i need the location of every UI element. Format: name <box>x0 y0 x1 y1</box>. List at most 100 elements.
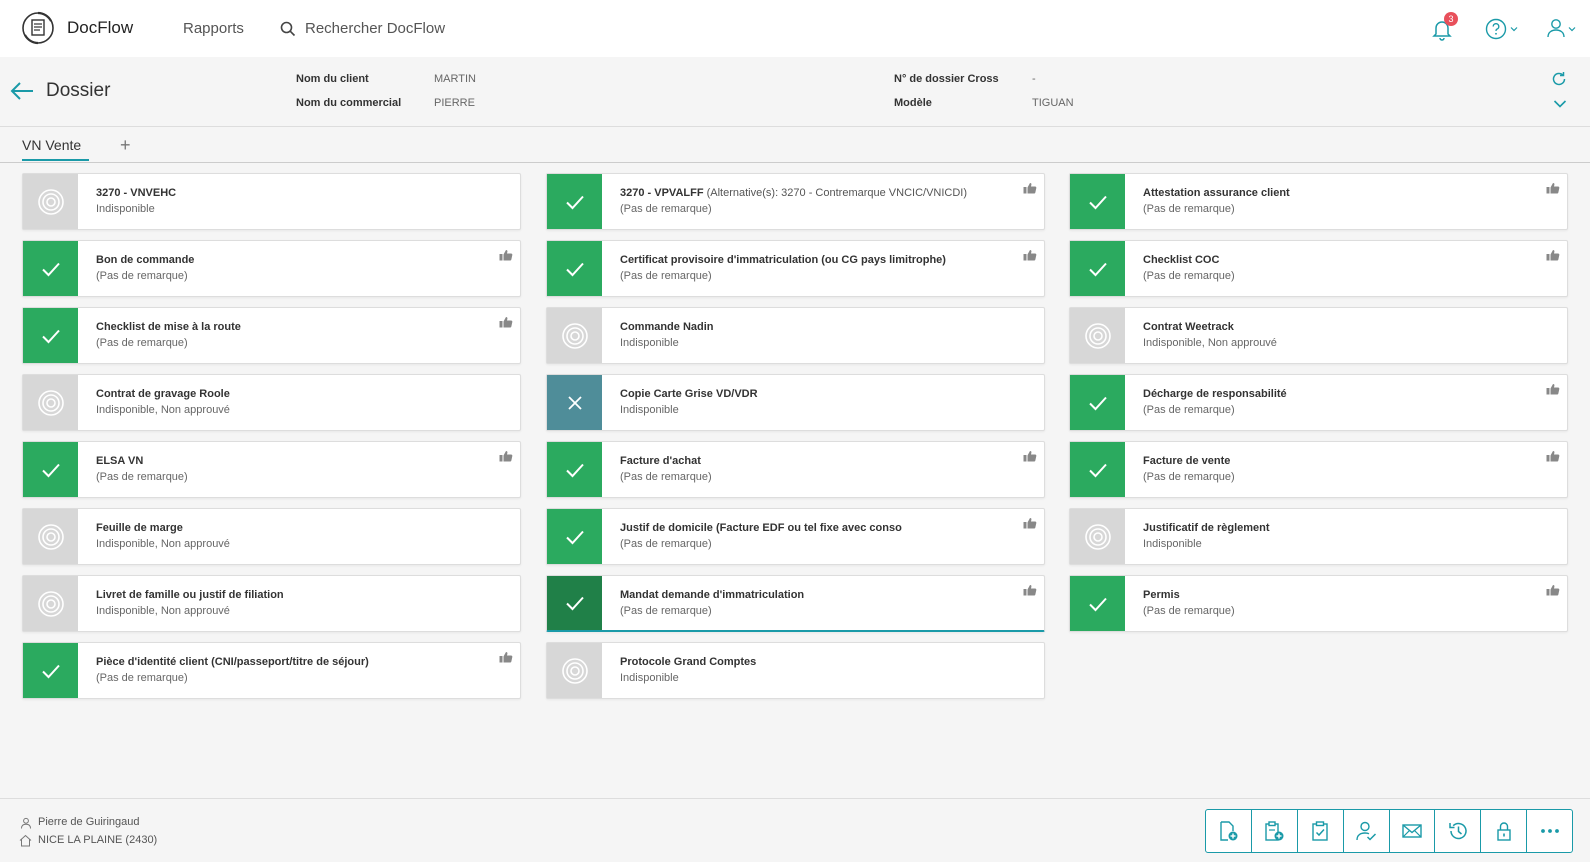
document-status[interactable] <box>1070 308 1125 363</box>
document-card[interactable]: Contrat Weetrack Indisponible, Non approu… <box>1069 307 1568 364</box>
document-status[interactable] <box>547 509 602 564</box>
document-status[interactable] <box>1070 576 1125 631</box>
document-title: Livret de famille ou justif de filiation <box>96 589 284 601</box>
document-remark: (Pas de remarque) <box>620 203 712 215</box>
document-card[interactable]: Facture de vente (Pas de remarque) <box>1069 441 1568 498</box>
document-status[interactable] <box>23 643 78 698</box>
document-status[interactable] <box>1070 375 1125 430</box>
document-card[interactable]: 3270 - VPVALFF (Alternative(s): 3270 - C… <box>546 173 1045 230</box>
document-name: Livret de famille ou justif de filiation <box>96 589 284 601</box>
target-icon <box>37 389 64 416</box>
document-status[interactable] <box>23 241 78 296</box>
nav-reports-link[interactable]: Rapports <box>183 20 244 37</box>
document-status[interactable] <box>1070 174 1125 229</box>
more-options-button[interactable] <box>1527 810 1572 852</box>
chevron-down-icon[interactable] <box>1510 25 1518 33</box>
refresh-icon[interactable] <box>1551 71 1567 87</box>
user-check-button[interactable] <box>1344 810 1390 852</box>
document-card[interactable]: Protocole Grand Comptes Indisponible <box>546 642 1045 699</box>
document-name: Justificatif de règlement <box>1143 522 1270 534</box>
document-card[interactable]: Justificatif de règlement Indisponible <box>1069 508 1568 565</box>
document-status[interactable] <box>23 576 78 631</box>
document-card[interactable]: 3270 - VNVEHC Indisponible <box>22 173 521 230</box>
lock-button[interactable] <box>1481 810 1528 852</box>
document-title: Attestation assurance client <box>1143 187 1290 199</box>
document-status[interactable] <box>547 576 602 630</box>
document-title: Bon de commande <box>96 254 194 266</box>
document-card[interactable]: Commande Nadin Indisponible <box>546 307 1045 364</box>
thumbs-up-icon <box>1023 250 1037 261</box>
document-remark: Indisponible <box>1143 538 1202 550</box>
document-card[interactable]: Certificat provisoire d'immatriculation … <box>546 240 1045 297</box>
document-title: Facture de vente <box>1143 455 1230 467</box>
document-card[interactable]: Contrat de gravage Roole Indisponible, No… <box>22 374 521 431</box>
chevron-down-icon[interactable] <box>1568 25 1576 33</box>
document-card[interactable]: Justif de domicile (Facture EDF ou tel f… <box>546 508 1045 565</box>
document-status[interactable] <box>547 375 602 430</box>
document-title: Permis <box>1143 589 1180 601</box>
user-icon[interactable] <box>1545 17 1567 39</box>
document-remark: (Pas de remarque) <box>620 270 712 282</box>
document-card[interactable]: Mandat demande d'immatriculation (Pas de … <box>546 575 1045 632</box>
document-status[interactable] <box>1070 241 1125 296</box>
document-title: ELSA VN <box>96 455 143 467</box>
document-remark: Indisponible, Non approuvé <box>96 605 230 617</box>
document-title: Justif de domicile (Facture EDF ou tel f… <box>620 522 902 534</box>
search-icon[interactable] <box>280 21 296 37</box>
app-name[interactable]: DocFlow <box>67 18 133 38</box>
document-card[interactable]: ELSA VN (Pas de remarque) <box>22 441 521 498</box>
document-card[interactable]: Pièce d'identité client (CNI/passeport/t… <box>22 642 521 699</box>
document-name: Certificat provisoire d'immatriculation … <box>620 254 946 266</box>
check-icon <box>1088 396 1107 410</box>
document-card[interactable]: Bon de commande (Pas de remarque) <box>22 240 521 297</box>
add-tab-button[interactable]: + <box>120 135 131 156</box>
document-status[interactable] <box>23 174 78 229</box>
search-input[interactable]: Rechercher DocFlow <box>305 20 445 37</box>
history-button[interactable] <box>1435 810 1482 852</box>
document-name: Contrat de gravage Roole <box>96 388 230 400</box>
add-clipboard-button[interactable] <box>1252 810 1298 852</box>
document-card[interactable]: Décharge de responsabilité (Pas de remarq… <box>1069 374 1568 431</box>
document-alternatives: (Alternative(s): 3270 - Contremarque VNC… <box>706 187 968 199</box>
document-status[interactable] <box>23 308 78 363</box>
document-card[interactable]: Copie Carte Grise VD/VDR Indisponible <box>546 374 1045 431</box>
document-name: ELSA VN <box>96 455 144 467</box>
help-icon[interactable] <box>1485 18 1507 40</box>
document-status[interactable] <box>547 241 602 296</box>
document-status[interactable] <box>23 442 78 497</box>
document-card[interactable]: Permis (Pas de remarque) <box>1069 575 1568 632</box>
document-status[interactable] <box>547 174 602 229</box>
expand-chevron-icon[interactable] <box>1553 99 1567 109</box>
check-icon <box>565 262 584 276</box>
document-status[interactable] <box>547 308 602 363</box>
add-document-button[interactable] <box>1206 810 1252 852</box>
back-arrow-icon[interactable] <box>10 81 34 101</box>
check-icon <box>41 262 60 276</box>
check-icon <box>1088 195 1107 209</box>
clipboard-check-button[interactable] <box>1298 810 1344 852</box>
document-name: Permis <box>1143 589 1180 601</box>
document-title: Contrat Weetrack <box>1143 321 1234 333</box>
thumbs-up-icon <box>499 317 513 328</box>
document-status[interactable] <box>23 375 78 430</box>
target-icon <box>1084 523 1111 550</box>
thumbs-up-icon <box>499 652 513 663</box>
document-status[interactable] <box>1070 509 1125 564</box>
document-name: Justif de domicile (Facture EDF ou tel f… <box>620 522 902 534</box>
document-name: Attestation assurance client <box>1143 187 1290 199</box>
target-icon <box>561 322 588 349</box>
tab-vn-vente[interactable]: VN Vente <box>22 137 90 161</box>
document-card[interactable]: Attestation assurance client (Pas de rema… <box>1069 173 1568 230</box>
document-status[interactable] <box>1070 442 1125 497</box>
document-status[interactable] <box>547 643 602 698</box>
document-card[interactable]: Livret de famille ou justif de filiation… <box>22 575 521 632</box>
docflow-logo-icon[interactable] <box>20 10 56 46</box>
document-card[interactable]: Feuille de marge Indisponible, Non approu… <box>22 508 521 565</box>
document-card[interactable]: Facture d'achat (Pas de remarque) <box>546 441 1045 498</box>
document-name: Contrat Weetrack <box>1143 321 1234 333</box>
send-mail-button[interactable] <box>1390 810 1436 852</box>
document-status[interactable] <box>547 442 602 497</box>
document-status[interactable] <box>23 509 78 564</box>
document-card[interactable]: Checklist de mise à la route (Pas de rema… <box>22 307 521 364</box>
document-card[interactable]: Checklist COC (Pas de remarque) <box>1069 240 1568 297</box>
